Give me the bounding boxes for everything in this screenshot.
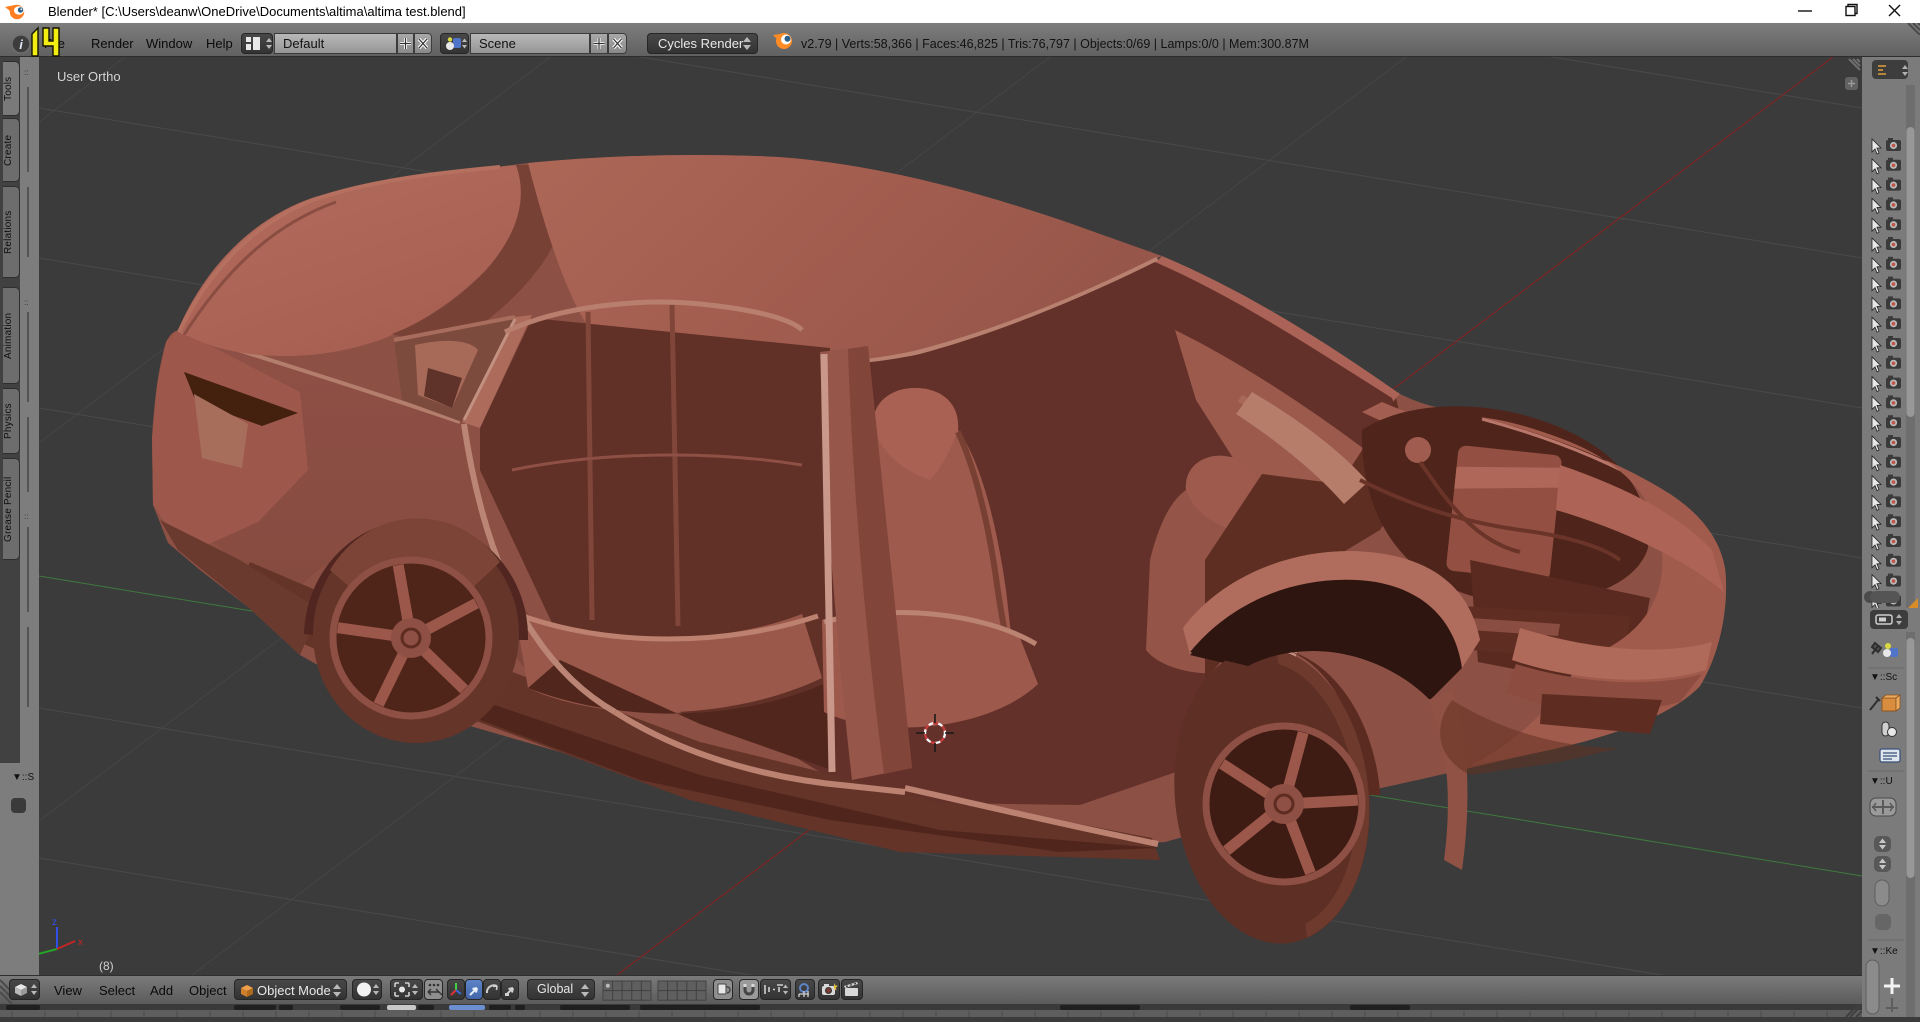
- svg-text:▼::Ke: ▼::Ke: [1870, 946, 1898, 957]
- svg-text:::: ::: [24, 298, 28, 307]
- svg-text:z: z: [52, 917, 57, 928]
- svg-text:(8): (8): [99, 959, 114, 973]
- svg-text:::: ::: [24, 512, 28, 521]
- svg-text:::: ::: [24, 68, 28, 77]
- svg-text:x: x: [78, 937, 83, 948]
- svg-text:▼::S: ▼::S: [12, 772, 34, 783]
- svg-text:i: i: [19, 37, 23, 52]
- svg-text:▼::Sc: ▼::Sc: [1870, 672, 1897, 683]
- svg-text:▼::U: ▼::U: [1870, 776, 1893, 787]
- svg-text:User Ortho: User Ortho: [57, 69, 121, 84]
